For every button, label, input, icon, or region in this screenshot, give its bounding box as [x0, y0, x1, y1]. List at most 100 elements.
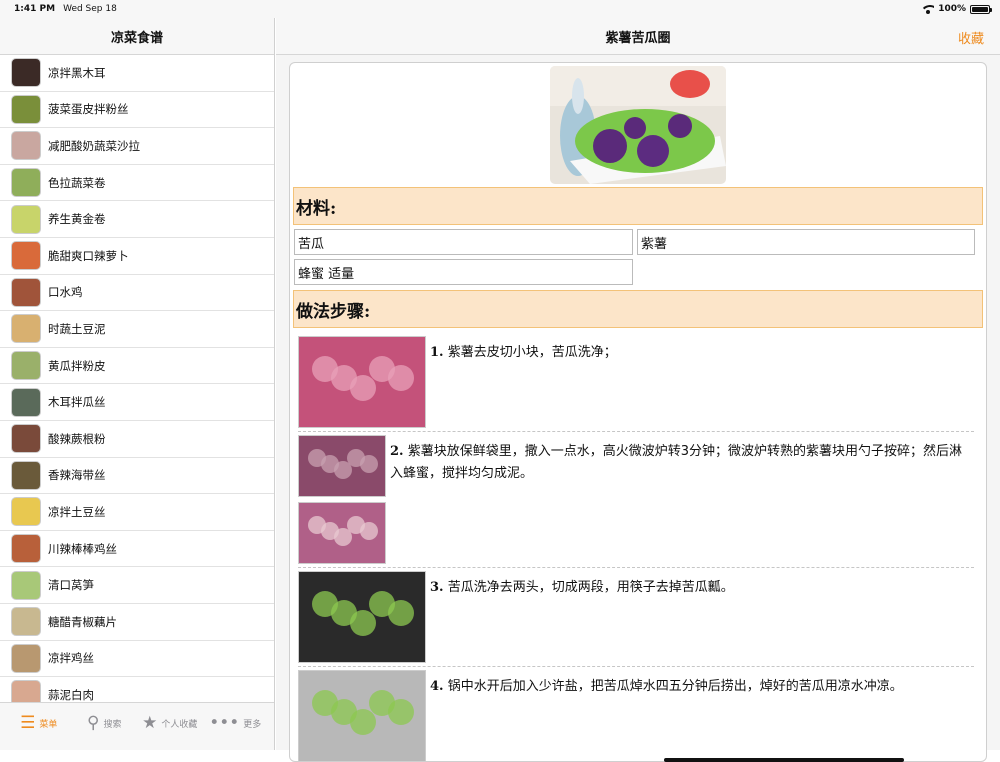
- list-item[interactable]: 时蔬土豆泥: [0, 311, 274, 348]
- step-number: 1.: [430, 345, 444, 360]
- recipe-list[interactable]: 凉拌黑木耳菠菜蛋皮拌粉丝 减肥酸奶蔬菜沙拉色拉蔬菜卷养生黄金卷脆甜爽口辣萝卜 口水鸡…: [0, 55, 274, 720]
- list-item-label: 养生黄金卷: [48, 212, 106, 227]
- recipe-photo: [550, 66, 726, 184]
- list-item[interactable]: 木耳拌瓜丝: [0, 384, 274, 421]
- step-photo: [298, 670, 426, 761]
- favorite-button[interactable]: 收藏: [958, 28, 984, 47]
- list-item[interactable]: 脆甜爽口辣萝卜: [0, 238, 274, 275]
- recipe-thumbnail: [11, 58, 41, 88]
- status-bar: 1:41 PM Wed Sep 18 100%: [0, 0, 1000, 18]
- recipe-thumbnail: [11, 460, 41, 490]
- step-text: 2. 紫薯块放保鲜袋里，撒入一点水，高火微波炉转3分钟；微波炉转熟的紫薯块用勺子…: [386, 435, 974, 564]
- home-indicator[interactable]: [664, 758, 904, 762]
- list-item[interactable]: 口水鸡: [0, 275, 274, 312]
- step-text: 1. 紫薯去皮切小块，苦瓜洗净；: [426, 336, 617, 428]
- list-item-label: 酸辣蕨根粉: [48, 431, 106, 446]
- list-item-label: 凉拌黑木耳: [48, 65, 106, 80]
- step-description: 紫薯块放保鲜袋里，撒入一点水，高火微波炉转3分钟；微波炉转熟的紫薯块用勺子按碎；…: [390, 444, 962, 481]
- list-item[interactable]: 黄瓜拌粉皮: [0, 348, 274, 385]
- list-item-label: 菠菜蛋皮拌粉丝: [48, 102, 129, 117]
- recipe-thumbnail: [11, 387, 41, 417]
- search-icon: ⚲: [87, 713, 100, 733]
- more-icon: •••: [209, 713, 240, 733]
- recipe-thumbnail: [11, 643, 41, 673]
- step-text: 4. 锅中水开后加入少许盐，把苦瓜焯水四五分钟后捞出，焯好的苦瓜用凉水冲凉。: [426, 670, 903, 761]
- list-item[interactable]: 酸辣蕨根粉: [0, 421, 274, 458]
- step-description: 锅中水开后加入少许盐，把苦瓜焯水四五分钟后捞出，焯好的苦瓜用凉水冲凉。: [447, 679, 903, 694]
- battery-icon: [970, 4, 992, 14]
- recipe-detail: 紫薯苦瓜圈 收藏 材料: 苦瓜 紫薯 蜂蜜 适量 做法步骤: 1. 紫薯去皮切小块，…: [276, 18, 1000, 762]
- list-item[interactable]: 色拉蔬菜卷: [0, 165, 274, 202]
- list-item-label: 木耳拌瓜丝: [48, 395, 106, 410]
- tab-search[interactable]: ⚲ 搜索: [72, 715, 138, 732]
- recipe-thumbnail: [11, 131, 41, 161]
- recipe-thumbnail: [11, 168, 41, 198]
- battery-percent: 100%: [938, 4, 966, 14]
- list-item-label: 糖醋青椒藕片: [48, 614, 117, 629]
- wifi-icon: [922, 4, 935, 14]
- nav-bar: 紫薯苦瓜圈 收藏: [276, 18, 1000, 55]
- steps-list: 1. 紫薯去皮切小块，苦瓜洗净； 2. 紫薯块放保鲜袋里，撒入一点水，高火微波炉转…: [290, 333, 986, 761]
- list-item[interactable]: 菠菜蛋皮拌粉丝: [0, 92, 274, 129]
- recipe-thumbnail: [11, 94, 41, 124]
- list-item-label: 口水鸡: [48, 285, 83, 300]
- list-item-label: 清口莴笋: [48, 578, 94, 593]
- step-item: 1. 紫薯去皮切小块，苦瓜洗净；: [298, 333, 974, 432]
- step-photo: [298, 336, 426, 428]
- recipe-thumbnail: [11, 607, 41, 637]
- sidebar-title: 凉菜食谱: [0, 18, 274, 55]
- step-number: 2.: [390, 444, 404, 459]
- tab-label: 菜单: [39, 720, 58, 730]
- list-item[interactable]: 凉拌土豆丝: [0, 494, 274, 531]
- step-description: 苦瓜洗净去两头，切成两段，用筷子去掉苦瓜瓤。: [447, 580, 734, 595]
- tab-bar: ☰ 菜单 ⚲ 搜索 ★ 个人收藏 ••• 更多: [0, 702, 274, 750]
- step-description: 紫薯去皮切小块，苦瓜洗净；: [447, 345, 617, 360]
- list-item-label: 黄瓜拌粉皮: [48, 358, 106, 373]
- step-number: 3.: [430, 580, 444, 595]
- step-images: [298, 435, 386, 564]
- list-item-label: 香辣海带丝: [48, 468, 106, 483]
- list-item-label: 减肥酸奶蔬菜沙拉: [48, 138, 140, 153]
- steps-heading: 做法步骤:: [293, 290, 983, 328]
- sidebar: 凉菜食谱 凉拌黑木耳菠菜蛋皮拌粉丝 减肥酸奶蔬菜沙拉色拉蔬菜卷养生黄金卷脆甜爽口辣…: [0, 18, 275, 750]
- step-item: 4. 锅中水开后加入少许盐，把苦瓜焯水四五分钟后捞出，焯好的苦瓜用凉水冲凉。: [298, 667, 974, 761]
- tab-star[interactable]: ★ 个人收藏: [137, 715, 203, 732]
- menu-icon: ☰: [20, 713, 36, 733]
- ingredient-cell: 紫薯: [637, 229, 975, 255]
- list-item-label: 脆甜爽口辣萝卜: [48, 248, 129, 263]
- step-item: 3. 苦瓜洗净去两头，切成两段，用筷子去掉苦瓜瓤。: [298, 568, 974, 667]
- status-date: Wed Sep 18: [63, 4, 117, 14]
- step-text: 3. 苦瓜洗净去两头，切成两段，用筷子去掉苦瓜瓤。: [426, 571, 734, 663]
- tab-label: 个人收藏: [161, 720, 198, 730]
- materials-heading: 材料:: [293, 187, 983, 225]
- list-item[interactable]: 减肥酸奶蔬菜沙拉: [0, 128, 274, 165]
- list-item[interactable]: 养生黄金卷: [0, 201, 274, 238]
- recipe-thumbnail: [11, 351, 41, 381]
- list-item[interactable]: 凉拌鸡丝: [0, 641, 274, 678]
- ingredient-cell: 苦瓜: [294, 229, 633, 255]
- list-item-label: 川辣棒棒鸡丝: [48, 541, 117, 556]
- page-title: 紫薯苦瓜圈: [605, 30, 671, 46]
- list-item[interactable]: 香辣海带丝: [0, 458, 274, 495]
- list-item[interactable]: 糖醋青椒藕片: [0, 604, 274, 641]
- tab-more[interactable]: ••• 更多: [203, 715, 269, 732]
- step-photo: [298, 435, 386, 497]
- list-item-label: 凉拌土豆丝: [48, 504, 106, 519]
- recipe-thumbnail: [11, 534, 41, 564]
- tab-menu[interactable]: ☰ 菜单: [6, 715, 72, 732]
- list-item-label: 凉拌鸡丝: [48, 651, 94, 666]
- recipe-content[interactable]: 材料: 苦瓜 紫薯 蜂蜜 适量 做法步骤: 1. 紫薯去皮切小块，苦瓜洗净； 2. 紫…: [289, 62, 987, 762]
- step-number: 4.: [430, 679, 444, 694]
- recipe-thumbnail: [11, 497, 41, 527]
- step-images: [298, 336, 426, 428]
- recipe-thumbnail: [11, 424, 41, 454]
- recipe-thumbnail: [11, 241, 41, 271]
- list-item[interactable]: 川辣棒棒鸡丝: [0, 531, 274, 568]
- list-item[interactable]: 凉拌黑木耳: [0, 55, 274, 92]
- recipe-thumbnail: [11, 204, 41, 234]
- list-item[interactable]: 清口莴笋: [0, 567, 274, 604]
- tab-label: 更多: [243, 720, 262, 730]
- recipe-thumbnail: [11, 314, 41, 344]
- recipe-thumbnail: [11, 570, 41, 600]
- status-time: 1:41 PM: [14, 4, 56, 14]
